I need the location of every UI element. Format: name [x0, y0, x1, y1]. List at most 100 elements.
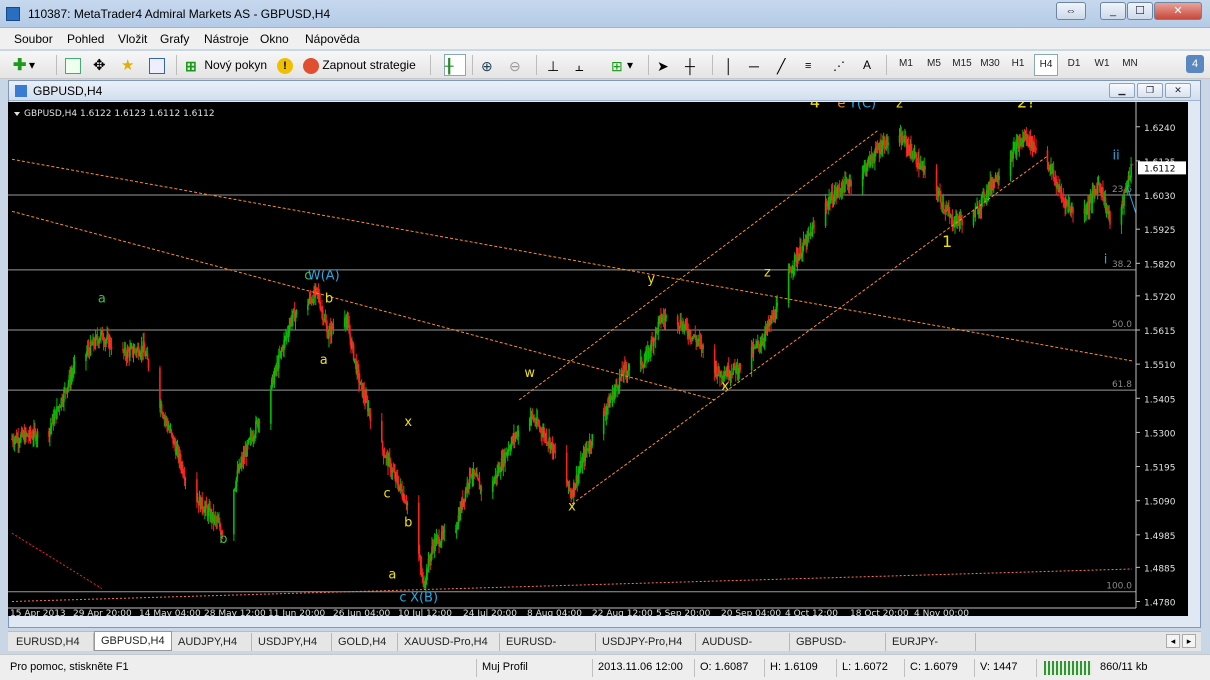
candle-body [332, 327, 335, 329]
date-tick-label: 14 May 04:00 [139, 609, 201, 616]
wave-label: a [98, 291, 106, 306]
fibonacci-button[interactable]: ≡ [804, 54, 824, 76]
menu-insert[interactable]: Vložit [118, 32, 147, 46]
market-watch-button[interactable] [64, 54, 84, 76]
chart-tab[interactable]: GOLD,H4 [332, 633, 398, 651]
candle-body [776, 302, 778, 307]
timeframe-mn[interactable]: MN [1118, 54, 1142, 76]
maximize-button[interactable]: ☐ [1127, 2, 1153, 20]
candle-body [258, 420, 261, 424]
timeframe-h4[interactable]: H4 [1034, 54, 1058, 76]
chart-tab[interactable]: AUDJPY,H4 [172, 633, 252, 651]
menu-bar: Soubor Pohled Vložit Grafy Nástroje Okno… [0, 28, 1210, 50]
chart-tab[interactable]: USDJPY,H4 [252, 633, 332, 651]
zoom-in-button[interactable]: ⊕ [480, 54, 500, 76]
chart-shift-button[interactable]: ⊥ [546, 54, 566, 76]
data-window-button[interactable]: ✥ [92, 54, 112, 76]
status-datetime: 2013.11.06 12:00 [598, 661, 683, 673]
timeframe-m1[interactable]: M1 [894, 54, 918, 76]
candle-body [53, 415, 56, 424]
status-traffic: 860/11 kb [1100, 661, 1148, 673]
candle-body [924, 166, 926, 170]
tabs-scroll-right-button[interactable]: ▸ [1182, 634, 1196, 648]
timeframe-h1[interactable]: H1 [1006, 54, 1030, 76]
navigator-button[interactable]: ★ [120, 54, 140, 76]
separator [886, 55, 887, 75]
chart-tab[interactable]: EURUSD,H4 [10, 633, 94, 651]
autotrading-icon [303, 57, 319, 74]
restore-size-button[interactable]: ⇔ [1056, 2, 1086, 20]
menu-charts[interactable]: Grafy [160, 32, 189, 46]
cursor-tool-button[interactable]: ➤ [656, 54, 676, 76]
candle-body [883, 139, 886, 149]
text-tool-button[interactable]: A [862, 54, 878, 76]
chart-tab[interactable]: GBPUSD,H4 [94, 631, 172, 651]
gann-button[interactable]: ⋰ [832, 54, 852, 76]
chart-info-label: GBPUSD,H4 1.6122 1.6123 1.6112 1.6112 [24, 109, 215, 119]
bar-chart-button[interactable]: ╂ [444, 54, 466, 76]
candle-body [443, 530, 446, 532]
price-tick-label: 1.4885 [1144, 564, 1176, 574]
status-help: Pro pomoc, stiskněte F1 [10, 661, 129, 673]
candle-body [1123, 191, 1125, 206]
chart-window-icon [15, 85, 27, 97]
menu-help[interactable]: Nápověda [305, 32, 360, 46]
candle-body [381, 442, 384, 450]
candle-body [887, 142, 889, 146]
autotrading-button[interactable]: Zapnout strategie [302, 54, 422, 76]
timeframe-d1[interactable]: D1 [1062, 54, 1086, 76]
chart-tab[interactable]: EURUSD-Pro,H1 [500, 633, 596, 666]
timeframe-m30[interactable]: M30 [978, 54, 1002, 76]
candle-body [1035, 148, 1037, 151]
candle-body [307, 304, 309, 311]
chart-tabs: EURUSD,H4 GBPUSD,H4 AUDJPY,H4 USDJPY,H4 GOLD… [8, 631, 1201, 666]
chart-tab[interactable]: GBPUSD-Pro,H1 [790, 633, 886, 666]
wave-label: c [399, 590, 406, 605]
close-window-button[interactable]: ✕ [1154, 2, 1202, 20]
minimize-button[interactable]: _ [1100, 2, 1126, 20]
status-profile[interactable]: Muj Profil [482, 661, 528, 673]
toolbar-badge[interactable]: 4 [1186, 55, 1204, 73]
chart-tab[interactable]: EURJPY-Pro,H1 [886, 633, 976, 666]
alert-button[interactable]: ! [276, 54, 296, 76]
new-order-button[interactable]: ⊞ Nový pokyn [184, 54, 272, 76]
price-tick-label: 1.4780 [1144, 598, 1176, 608]
menu-file[interactable]: Soubor [14, 32, 53, 46]
price-chart[interactable]: 23.6 38.2 50.0 61.8 100.0 a b c W(A) b a x c b a c X(B) w… [8, 92, 1210, 619]
menu-window[interactable]: Okno [260, 32, 289, 46]
candle-body [787, 271, 790, 303]
price-tick-label: 1.6240 [1144, 124, 1176, 134]
candle-body [940, 195, 942, 204]
status-bar: Pro pomoc, stiskněte F1 Muj Profil 2013.… [0, 654, 1210, 680]
horizontal-line-button[interactable]: ─ [748, 54, 768, 76]
menu-tools[interactable]: Nástroje [204, 32, 249, 46]
timeframe-m15[interactable]: M15 [950, 54, 974, 76]
price-chart-svg[interactable]: 23.638.250.061.8100.0abcW(A)baxcbac X(B)w… [8, 92, 1210, 619]
chart-tab[interactable]: XAUUSD-Pro,H4 [398, 633, 500, 651]
wave-label: i [1104, 252, 1108, 267]
menu-view[interactable]: Pohled [67, 32, 104, 46]
timeframe-m5[interactable]: M5 [922, 54, 946, 76]
text-tool-label: A [863, 58, 872, 72]
vertical-line-button[interactable]: │ [720, 54, 740, 76]
zoom-out-button[interactable]: ⊖ [508, 54, 528, 76]
chart-restore-button[interactable]: ❐ [1137, 83, 1163, 98]
indicators-button[interactable]: ⊞ ▾ [610, 54, 640, 76]
timeframe-w1[interactable]: W1 [1090, 54, 1114, 76]
chart-tab[interactable]: AUDUSD-Pro,H1 [696, 633, 790, 666]
autoscroll-button[interactable]: ⫠ [574, 54, 594, 76]
separator [648, 55, 649, 75]
candle-body [1052, 169, 1055, 178]
chart-minimize-button[interactable]: ▁ [1109, 83, 1135, 98]
crosshair-tool-button[interactable]: ┼ [684, 54, 704, 76]
trendline-button[interactable]: ╱ [776, 54, 796, 76]
new-chart-button[interactable]: ✚ ▾ [12, 54, 48, 76]
terminal-button[interactable] [148, 54, 168, 76]
chart-tab[interactable]: USDJPY-Pro,H4 [596, 633, 696, 651]
chart-close-button[interactable]: ✕ [1165, 83, 1191, 98]
wave-label: x [568, 499, 576, 514]
candle-body [480, 486, 483, 492]
trendline-icon: ╱ [777, 57, 786, 74]
autotrading-label: Zapnout strategie [322, 58, 416, 72]
tabs-scroll-left-button[interactable]: ◂ [1166, 634, 1180, 648]
